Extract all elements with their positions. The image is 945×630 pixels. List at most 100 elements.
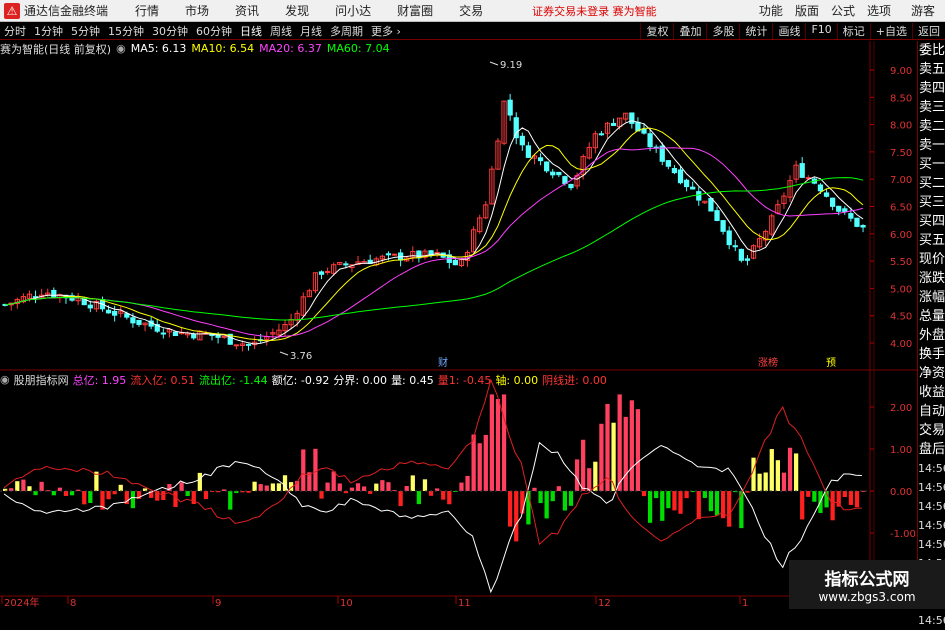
- side-panel-item[interactable]: 涨幅: [918, 288, 945, 307]
- side-panel-item[interactable]: 交易: [918, 421, 945, 440]
- indicator-bar: [556, 486, 561, 491]
- indicator-bar: [854, 491, 860, 508]
- indicator-bar: [708, 491, 714, 512]
- side-panel-item[interactable]: 委比: [918, 41, 945, 60]
- candle-body: [136, 319, 142, 325]
- side-panel-item[interactable]: 14:56: [918, 516, 945, 535]
- side-panel-item[interactable]: 总量: [918, 307, 945, 326]
- candle-body: [683, 179, 690, 188]
- settings-icon[interactable]: ◉: [0, 373, 10, 386]
- indicator-bar: [787, 447, 793, 491]
- side-panel-item[interactable]: 外盘: [918, 326, 945, 345]
- indicator-bar: [587, 468, 592, 491]
- side-panel-item[interactable]: 收益: [918, 383, 945, 402]
- side-panel-item[interactable]: 买三: [918, 193, 945, 212]
- price-tick-label: 4.50: [890, 312, 912, 323]
- indicator-bar: [459, 482, 464, 491]
- indicator-bar: [581, 439, 586, 491]
- price-tick-label: 8.50: [890, 93, 912, 104]
- side-panel-item[interactable]: 卖四: [918, 79, 945, 98]
- candle-body: [507, 99, 513, 116]
- indicator-bar: [27, 486, 32, 491]
- marker-limit-up[interactable]: 涨榜: [758, 356, 778, 369]
- side-panel-item[interactable]: 自动: [918, 402, 945, 421]
- candle-body: [221, 335, 227, 338]
- indicator-outflow: 流出亿: -1.44: [199, 373, 268, 387]
- ma10-value: MA10: 6.54: [191, 42, 255, 55]
- candle-body: [391, 253, 398, 256]
- indicator-bearish: 阴线进: 0.00: [542, 373, 607, 387]
- indicator-volume: 量: 0.45: [391, 373, 434, 387]
- candle-body: [233, 344, 239, 347]
- side-panel-item[interactable]: 卖五: [918, 60, 945, 79]
- indicator-bar: [428, 491, 434, 496]
- indicator-bar: [404, 485, 409, 491]
- candle-body: [732, 245, 738, 248]
- side-panel-item[interactable]: 14:56: [918, 459, 945, 478]
- low-pointer: [279, 351, 289, 356]
- side-panel-item[interactable]: 卖三: [918, 98, 945, 117]
- indicator-bar: [252, 481, 257, 491]
- indicator-bar: [660, 491, 665, 521]
- candle-body: [677, 169, 684, 184]
- high-price-label: 9.19: [500, 60, 522, 71]
- side-panel-item[interactable]: 买二: [918, 174, 945, 193]
- indicator-tick-label: -1.00: [890, 529, 916, 540]
- side-panel-item[interactable]: 14:56: [918, 535, 945, 554]
- indicator-bar: [337, 483, 342, 491]
- indicator-name[interactable]: 股朋指标网: [14, 372, 69, 388]
- indicator-bar: [447, 491, 452, 505]
- side-panel-item[interactable]: 现价: [918, 250, 945, 269]
- candle-body: [112, 310, 118, 316]
- indicator-bar: [550, 491, 555, 502]
- indicator-bar: [173, 491, 178, 507]
- indicator-bar: [203, 491, 209, 500]
- candle-body: [690, 186, 696, 190]
- side-panel-item[interactable]: 买四: [918, 212, 945, 231]
- quote-side-panel: 委比 卖五 卖四 卖三 卖二 卖一 买一 买二 买三 买四 买五 现价 涨跌 涨幅 总量 外盘 换手 净资 收益 自动…: [917, 41, 945, 627]
- indicator-bar: [161, 491, 166, 500]
- side-panel-item[interactable]: 14:56: [918, 478, 945, 497]
- side-panel-item[interactable]: 卖二: [918, 117, 945, 136]
- side-panel-item[interactable]: 卖一: [918, 136, 945, 155]
- side-panel-item[interactable]: 买五: [918, 231, 945, 250]
- candle-body: [641, 128, 647, 134]
- ma20-line: [5, 147, 864, 338]
- date-tick-label: 8: [70, 598, 76, 609]
- indicator-bar: [520, 491, 525, 514]
- marker-forecast[interactable]: 预: [826, 357, 836, 369]
- candle-body: [245, 343, 252, 346]
- indicator-bar: [355, 483, 361, 491]
- indicator-bar: [21, 479, 26, 491]
- candle-body: [172, 331, 179, 337]
- candle-body: [823, 192, 830, 197]
- indicator-bar: [441, 491, 446, 500]
- marker-finance[interactable]: 财: [438, 356, 448, 369]
- price-tick-label: 6.50: [890, 203, 912, 214]
- side-panel-item[interactable]: 14:56: [918, 497, 945, 516]
- indicator-bar: [380, 480, 385, 491]
- indicator-bar: [514, 491, 519, 542]
- indicator-bar: [714, 491, 720, 516]
- settings-icon[interactable]: ◉: [116, 42, 126, 55]
- indicator-bar: [264, 485, 269, 491]
- indicator-bar: [781, 472, 787, 491]
- kline-chart[interactable]: 9.00 8.50 8.00 7.50 7.00 6.50 6.00 5.50 5.00 4.50…: [0, 0, 945, 609]
- side-panel-item[interactable]: 净资: [918, 364, 945, 383]
- indicator-bar: [398, 491, 403, 507]
- side-panel-item[interactable]: 14:56: [918, 611, 945, 630]
- indicator-amount: 额亿: -0.92: [271, 373, 330, 387]
- candle-body: [817, 184, 824, 192]
- price-tick-label: 7.50: [890, 148, 912, 159]
- side-panel-item[interactable]: 盘后: [918, 440, 945, 459]
- indicator-bar: [769, 449, 774, 491]
- candle-body: [416, 250, 422, 259]
- side-panel-item[interactable]: 换手: [918, 345, 945, 364]
- candle-body: [671, 167, 678, 174]
- side-panel-item[interactable]: 涨跌: [918, 269, 945, 288]
- indicator-bar: [830, 491, 835, 521]
- indicator-bar: [39, 481, 44, 491]
- side-panel-item[interactable]: 买一: [918, 155, 945, 174]
- indicator-bar: [702, 491, 707, 498]
- indicator-inflow: 流入亿: 0.51: [130, 373, 196, 387]
